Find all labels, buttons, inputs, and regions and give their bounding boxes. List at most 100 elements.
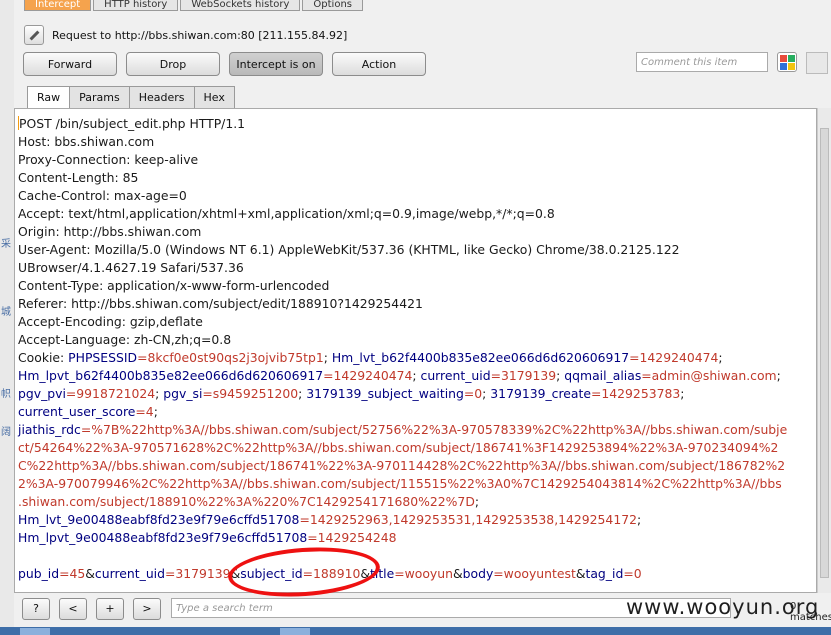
- request-text-fragment: &: [230, 566, 241, 581]
- param-value: =admin@shiwan.com: [641, 368, 777, 383]
- left-edge-char: 帜: [1, 389, 11, 400]
- forward-button[interactable]: Forward: [23, 52, 117, 76]
- request-text-fragment: Cookie:: [18, 350, 69, 365]
- tab-params[interactable]: Params: [69, 86, 130, 109]
- request-line: Hm_lpvt_9e00488eabf8fd23e9f79e6cffd51708…: [18, 529, 787, 547]
- left-edge-char: 阔: [1, 427, 11, 438]
- request-line: Content-Type: application/x-www-form-url…: [18, 277, 787, 295]
- request-target: Request to http://bbs.shiwan.com:80 [211…: [52, 28, 348, 42]
- param-name: qqmail_alias: [564, 368, 642, 383]
- request-text-fragment: Cache-Control: max-age=0: [18, 188, 187, 203]
- tab-raw[interactable]: Raw: [27, 86, 71, 109]
- request-line: Host: bbs.shiwan.com: [18, 133, 787, 151]
- comment-input[interactable]: Comment this item: [636, 52, 768, 72]
- scrollbar-thumb[interactable]: [820, 128, 829, 578]
- help-button[interactable]: ?: [22, 598, 50, 620]
- request-line: pgv_pvi=9918721024; pgv_si=s9459251200; …: [18, 385, 787, 403]
- param-value: =1429254248: [307, 530, 397, 545]
- add-button[interactable]: +: [96, 598, 124, 620]
- param-name: tag_id: [585, 566, 624, 581]
- param-name: PHPSESSID: [68, 350, 138, 365]
- request-line: Origin: http://bbs.shiwan.com: [18, 223, 787, 241]
- edit-icon[interactable]: [24, 25, 44, 45]
- taskbar-item[interactable]: [280, 628, 310, 635]
- request-text-fragment: Content-Type: application/x-www-form-url…: [18, 278, 330, 293]
- intercept-toggle-button[interactable]: Intercept is on: [229, 52, 323, 76]
- request-text-fragment: POST /bin/subject_edit.php HTTP/1.1: [19, 116, 246, 131]
- param-value: =s9459251200: [202, 386, 299, 401]
- param-value: =0: [623, 566, 642, 581]
- action-button[interactable]: Action: [332, 52, 426, 76]
- left-edge-char: 采: [1, 239, 11, 250]
- request-editor[interactable]: POST /bin/subject_edit.php HTTP/1.1 Host:…: [14, 108, 817, 593]
- drop-button[interactable]: Drop: [126, 52, 220, 76]
- request-text-fragment: Host: bbs.shiwan.com: [18, 134, 155, 149]
- param-value: =wooyuntest: [493, 566, 576, 581]
- param-value: =%7B%22http%3A//bbs.shiwan.com/subject/5…: [80, 422, 788, 437]
- next-button[interactable]: >: [133, 598, 161, 620]
- request-text-fragment: ;: [474, 494, 480, 509]
- request-line: User-Agent: Mozilla/5.0 (Windows NT 6.1)…: [18, 241, 787, 259]
- previous-button[interactable]: <: [59, 598, 87, 620]
- tab-websockets-history[interactable]: WebSockets history: [180, 0, 301, 11]
- request-text-fragment: ;: [680, 386, 685, 401]
- request-text-fragment: ;: [153, 404, 158, 419]
- request-line: Accept: text/html,application/xhtml+xml,…: [18, 205, 787, 223]
- request-line: 2%3A-970079946%2C%22http%3A//bbs.shiwan.…: [18, 475, 787, 493]
- param-value: =wooyun: [394, 566, 453, 581]
- param-name: Hm_lvt_b62f4400b835e82ee066d6d620606917: [331, 350, 630, 365]
- request-line: pub_id=45&current_uid=3179139&subject_id…: [18, 565, 787, 583]
- request-line: Proxy-Connection: keep-alive: [18, 151, 787, 169]
- color-swatch: [788, 55, 795, 62]
- tab-http-history[interactable]: HTTP history: [93, 0, 179, 11]
- param-name: Hm_lpvt_b62f4400b835e82ee066d6d620606917: [18, 368, 324, 383]
- highlight-color-button[interactable]: [777, 52, 797, 72]
- request-line: ct/54264%22%3A-970571628%2C%22http%3A//b…: [18, 439, 787, 457]
- intercept-toolbar: Forward Drop Intercept is on Action: [23, 52, 435, 76]
- param-value: =1429252963,1429253531,1429253538,142925…: [299, 512, 637, 527]
- request-text-fragment: ;: [636, 512, 642, 527]
- extra-option-icon[interactable]: [806, 52, 828, 74]
- tab-headers[interactable]: Headers: [128, 86, 195, 109]
- tab-options[interactable]: Options: [302, 0, 363, 11]
- request-text-fragment: ;: [718, 350, 723, 365]
- tab-hex[interactable]: Hex: [193, 86, 235, 109]
- param-name: pgv_si: [163, 386, 203, 401]
- request-line: jiathis_rdc=%7B%22http%3A//bbs.shiwan.co…: [18, 421, 787, 439]
- param-name: subject_id: [240, 566, 303, 581]
- request-line: Accept-Language: zh-CN,zh;q=0.8: [18, 331, 787, 349]
- param-value: =8kcf0e0st90qs2j3ojvib75tp1: [137, 350, 324, 365]
- param-value: =1429240474: [629, 350, 719, 365]
- param-value: =45: [59, 566, 86, 581]
- param-name: pgv_pvi: [18, 386, 66, 401]
- taskbar-item[interactable]: [20, 628, 50, 635]
- editor-scrollbar[interactable]: [817, 108, 831, 593]
- request-text-fragment: ;: [412, 368, 421, 383]
- param-name: 3179139_subject_waiting: [306, 386, 464, 401]
- tab-intercept[interactable]: Intercept: [24, 0, 92, 11]
- param-value: =188910: [302, 566, 361, 581]
- request-line: [18, 547, 787, 565]
- request-text[interactable]: POST /bin/subject_edit.php HTTP/1.1 Host:…: [18, 115, 787, 583]
- param-value: =1429240474: [323, 368, 413, 383]
- request-text-fragment: ;: [298, 386, 307, 401]
- request-line: Hm_lvt_9e00488eabf8fd23e9f79e6cffd51708=…: [18, 511, 787, 529]
- param-name: jiathis_rdc: [18, 422, 81, 437]
- param-value: =3179139: [164, 566, 231, 581]
- color-swatch: [788, 63, 795, 70]
- param-value: =9918721024: [65, 386, 156, 401]
- request-text-fragment: Referer: http://bbs.shiwan.com/subject/e…: [18, 296, 423, 311]
- request-text-fragment: Proxy-Connection: keep-alive: [18, 152, 199, 167]
- param-name: Hm_lpvt_9e00488eabf8fd23e9f79e6cffd51708: [18, 530, 308, 545]
- param-name: 3179139_create: [490, 386, 592, 401]
- request-text-fragment: User-Agent: Mozilla/5.0 (Windows NT 6.1)…: [18, 242, 680, 257]
- color-swatch: [780, 55, 787, 62]
- param-value: ct/54264%22%3A-970571628%2C%22http%3A//b…: [18, 440, 779, 455]
- param-value: =3179139: [490, 368, 557, 383]
- param-value: =4: [135, 404, 154, 419]
- request-line: Hm_lpvt_b62f4400b835e82ee066d6d620606917…: [18, 367, 787, 385]
- param-value: .shiwan.com/subject/188910%22%3A%220%7C1…: [18, 494, 475, 509]
- left-edge-char: 城: [1, 307, 11, 318]
- request-line: Cache-Control: max-age=0: [18, 187, 787, 205]
- request-line: Cookie: PHPSESSID=8kcf0e0st90qs2j3ojvib7…: [18, 349, 787, 367]
